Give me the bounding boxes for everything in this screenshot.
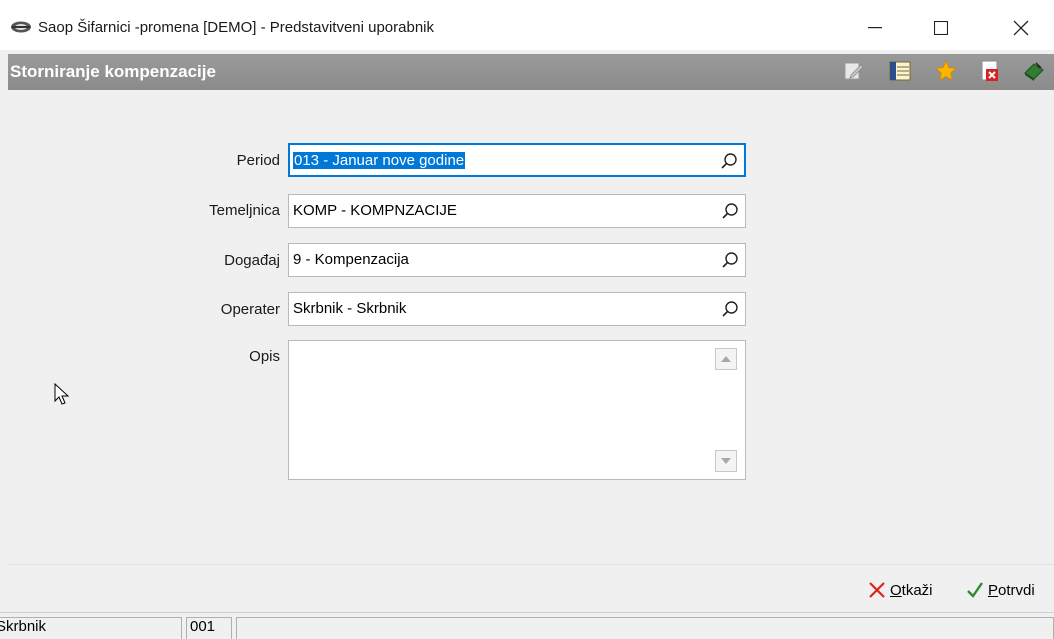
status-message xyxy=(236,617,1054,639)
scroll-up-button[interactable] xyxy=(715,348,737,370)
period-field[interactable]: 013 - Januar nove godine xyxy=(288,143,746,177)
dogadjaj-label: Događaj xyxy=(224,252,280,269)
status-user: Skrbnik xyxy=(0,617,182,639)
close-icon xyxy=(1013,20,1029,36)
confirm-button[interactable]: Potrvdi xyxy=(966,578,1035,602)
columns-icon[interactable] xyxy=(888,59,912,83)
exit-book-icon[interactable] xyxy=(1022,59,1046,83)
temeljnica-value: KOMP - KOMPNZACIJE xyxy=(293,202,457,219)
operater-field[interactable]: Skrbnik - Skrbnik xyxy=(288,292,746,326)
statusbar: Skrbnik 001 xyxy=(0,612,1054,639)
period-label: Period xyxy=(236,152,280,169)
confirm-label: Potrvdi xyxy=(988,581,1035,599)
edit-icon[interactable] xyxy=(842,59,866,83)
period-value: 013 - Januar nove godine xyxy=(293,152,466,169)
dogadjaj-value: 9 - Kompenzacija xyxy=(293,251,409,268)
form-header: Storniranje kompenzacije xyxy=(8,54,1054,90)
opis-label: Opis xyxy=(249,348,280,365)
cancel-label: Otkaži xyxy=(890,581,933,599)
window-title: Saop Šifarnici -promena [DEMO] - Predsta… xyxy=(38,19,435,36)
pdf-close-icon[interactable] xyxy=(978,59,1002,83)
minimize-button[interactable] xyxy=(852,10,898,46)
favorite-star-icon[interactable] xyxy=(934,59,958,83)
dogadjaj-field[interactable]: 9 - Kompenzacija xyxy=(288,243,746,277)
close-button[interactable] xyxy=(998,10,1044,46)
cancel-x-icon xyxy=(869,582,885,598)
maximize-button[interactable] xyxy=(918,10,964,46)
search-icon[interactable] xyxy=(720,152,738,170)
minimize-icon xyxy=(868,27,882,29)
mouse-cursor-icon xyxy=(54,383,70,405)
footer-separator xyxy=(8,564,1054,565)
operater-label: Operater xyxy=(220,301,280,318)
search-icon[interactable] xyxy=(721,251,739,269)
app-logo-icon xyxy=(11,21,31,33)
cancel-button[interactable]: Otkaži xyxy=(868,578,933,602)
operater-value: Skrbnik - Skrbnik xyxy=(293,300,407,317)
window-titlebar: Saop Šifarnici -promena [DEMO] - Predsta… xyxy=(0,0,1054,50)
status-code: 001 xyxy=(186,617,232,639)
form-title: Storniranje kompenzacije xyxy=(10,62,216,81)
triangle-up-icon xyxy=(721,356,731,362)
opis-textarea[interactable] xyxy=(288,340,746,480)
search-icon[interactable] xyxy=(721,300,739,318)
triangle-down-icon xyxy=(721,458,731,464)
scroll-down-button[interactable] xyxy=(715,450,737,472)
maximize-icon xyxy=(934,21,948,35)
checkmark-icon xyxy=(967,582,983,598)
temeljnica-field[interactable]: KOMP - KOMPNZACIJE xyxy=(288,194,746,228)
search-icon[interactable] xyxy=(721,202,739,220)
temeljnica-label: Temeljnica xyxy=(209,202,280,219)
